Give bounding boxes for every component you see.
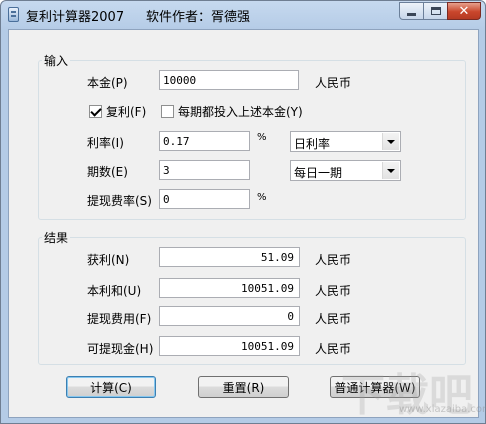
rate-type-value: 日利率 <box>294 137 331 151</box>
reinvest-label[interactable]: 每期都投入上述本金(Y) <box>178 103 303 120</box>
maximize-icon <box>430 7 441 15</box>
close-button[interactable]: ✕ <box>447 2 481 20</box>
window-author: 软件作者：胥德强 <box>146 10 251 25</box>
withdrawable-label: 可提现金(H) <box>87 342 154 356</box>
window-title: 复利计算器2007 <box>26 10 125 25</box>
principal-input[interactable] <box>159 70 299 90</box>
periods-label: 期数(E) <box>87 165 128 179</box>
chevron-down-icon[interactable] <box>382 162 399 179</box>
principal-unit: 人民币 <box>315 76 352 90</box>
minimize-icon <box>407 12 416 16</box>
close-icon: ✕ <box>458 3 470 19</box>
fee-rate-input[interactable] <box>159 189 250 209</box>
withdrawable-output[interactable] <box>159 336 300 356</box>
compound-label[interactable]: 复利(F) <box>106 103 146 120</box>
total-unit: 人民币 <box>315 284 352 298</box>
period-frequency-value: 每日一期 <box>294 166 343 180</box>
app-window: 复利计算器2007 软件作者：胥德强 ✕ 输入 本金(P) 人民币 复利(F) … <box>0 0 486 424</box>
maximize-button[interactable] <box>423 2 448 20</box>
reinvest-checkbox[interactable] <box>161 105 174 118</box>
calculate-button[interactable]: 计算(C) <box>66 376 156 398</box>
periods-input[interactable] <box>159 160 250 180</box>
reset-button[interactable]: 重置(R) <box>198 376 289 398</box>
principal-label: 本金(P) <box>87 76 128 90</box>
profit-label: 获利(N) <box>87 253 130 267</box>
fee-rate-label: 提现费率(S) <box>87 194 152 208</box>
fee-label: 提现费用(F) <box>87 312 152 326</box>
calculator-app-icon <box>8 7 19 22</box>
total-output[interactable] <box>159 278 300 298</box>
title-bar[interactable]: 复利计算器2007 软件作者：胥德强 ✕ <box>1 1 485 29</box>
result-group-legend: 结果 <box>44 231 69 245</box>
fee-unit: 人民币 <box>315 312 352 326</box>
compound-checkbox[interactable] <box>89 105 102 118</box>
total-label: 本利和(U) <box>87 284 142 298</box>
fee-output[interactable] <box>159 306 300 326</box>
profit-unit: 人民币 <box>315 253 352 267</box>
minimize-button[interactable] <box>399 2 424 20</box>
profit-output[interactable] <box>159 247 300 267</box>
fee-rate-unit: % <box>257 192 267 203</box>
watermark-url: www.xiazaiba.com <box>399 404 486 415</box>
rate-type-select[interactable]: 日利率 <box>290 131 401 152</box>
input-group-legend: 输入 <box>44 54 69 68</box>
rate-label: 利率(I) <box>87 136 124 150</box>
rate-unit: % <box>257 132 267 143</box>
rate-input[interactable] <box>159 131 250 151</box>
period-frequency-select[interactable]: 每日一期 <box>290 160 401 181</box>
withdrawable-unit: 人民币 <box>315 342 352 356</box>
chevron-down-icon[interactable] <box>382 133 399 150</box>
